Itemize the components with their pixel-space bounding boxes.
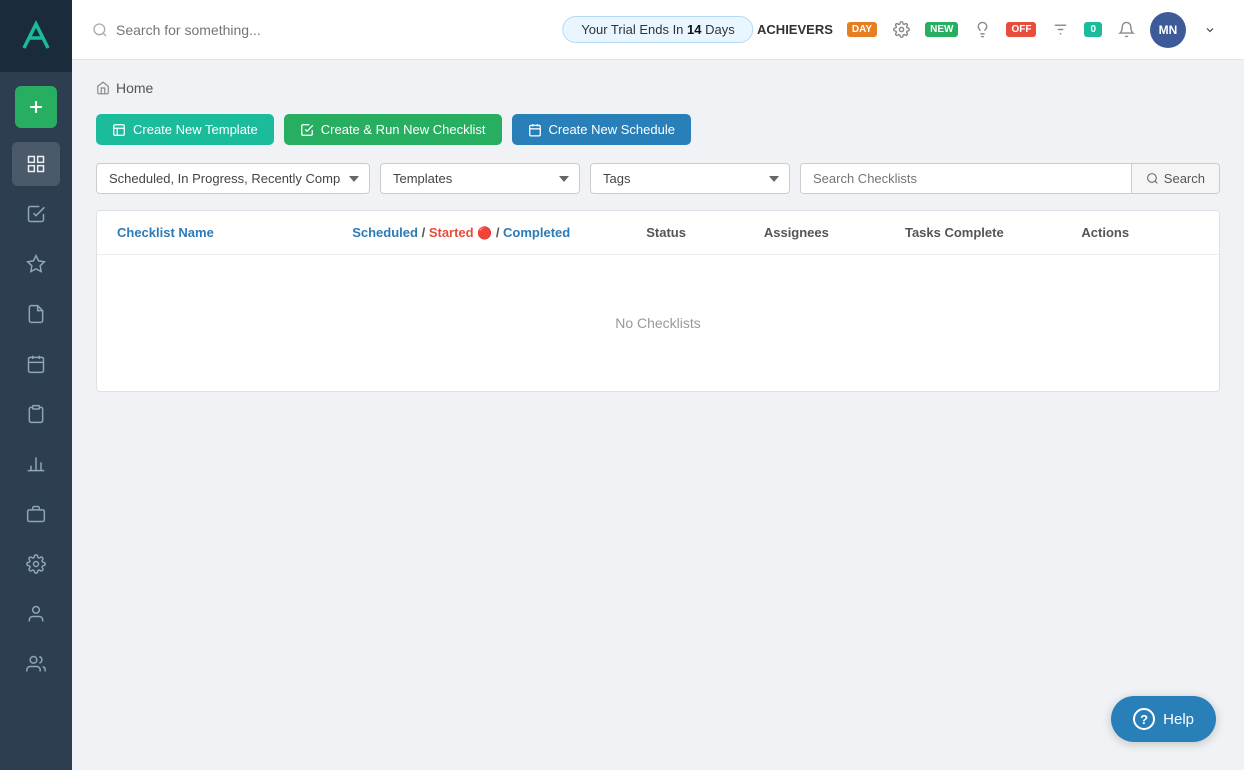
- org-name: ACHIEVERS: [757, 22, 833, 37]
- sidebar-nav: [0, 142, 72, 686]
- create-schedule-button[interactable]: Create New Schedule: [512, 114, 691, 145]
- sidebar-item-settings[interactable]: [12, 542, 60, 586]
- page-content: Home Create New Template Create & Run Ne…: [72, 60, 1244, 770]
- topbar-right: ACHIEVERS DAY NEW OFF 0: [757, 12, 1224, 48]
- search-icon: [1146, 172, 1159, 185]
- slash2: /: [496, 225, 503, 240]
- main-content: Your Trial Ends In 14 Days ACHIEVERS DAY…: [72, 0, 1244, 770]
- breadcrumb: Home: [96, 80, 1220, 96]
- sidebar-item-user[interactable]: [12, 592, 60, 636]
- topbar: Your Trial Ends In 14 Days ACHIEVERS DAY…: [72, 0, 1244, 60]
- sidebar-item-file[interactable]: [12, 292, 60, 336]
- empty-state: No Checklists: [97, 255, 1219, 391]
- col-assignees: Assignees: [764, 225, 905, 240]
- sidebar: [0, 0, 72, 770]
- search-checklists-input[interactable]: [801, 164, 1131, 193]
- avatar-chevron-icon[interactable]: [1196, 16, 1224, 44]
- help-button[interactable]: ? Help: [1111, 696, 1216, 742]
- sidebar-item-dashboard[interactable]: [12, 142, 60, 186]
- avatar[interactable]: MN: [1150, 12, 1186, 48]
- tags-filter[interactable]: Tags: [590, 163, 790, 194]
- status-filter[interactable]: Scheduled, In Progress, Recently Comp: [96, 163, 370, 194]
- logo[interactable]: [0, 0, 72, 72]
- help-circle-icon: ?: [1133, 708, 1155, 730]
- action-buttons: Create New Template Create & Run New Che…: [96, 114, 1220, 145]
- badge-off: OFF: [1006, 22, 1036, 37]
- templates-filter[interactable]: Templates: [380, 163, 580, 194]
- search-checklists-button[interactable]: Search: [1131, 164, 1219, 193]
- col-completed: Completed: [503, 225, 570, 240]
- badge-day: DAY: [847, 22, 877, 37]
- filter-icon[interactable]: [1046, 16, 1074, 44]
- trial-days: 14: [687, 22, 701, 37]
- add-button[interactable]: [15, 86, 57, 128]
- create-template-button[interactable]: Create New Template: [96, 114, 274, 145]
- sidebar-item-clipboard[interactable]: [12, 392, 60, 436]
- table-header: Checklist Name Scheduled / Started 🔴 / C…: [97, 211, 1219, 255]
- filters-row: Scheduled, In Progress, Recently Comp Te…: [96, 163, 1220, 194]
- checklists-table: Checklist Name Scheduled / Started 🔴 / C…: [96, 210, 1220, 392]
- col-actions: Actions: [1081, 225, 1199, 240]
- sidebar-item-briefcase[interactable]: [12, 492, 60, 536]
- template-icon: [112, 123, 126, 137]
- col-started: Started: [429, 225, 474, 240]
- col-scheduled: Scheduled: [352, 225, 418, 240]
- badge-new: NEW: [925, 22, 958, 37]
- badge-notif: 0: [1084, 22, 1102, 37]
- bell-icon[interactable]: [1112, 16, 1140, 44]
- breadcrumb-home[interactable]: Home: [116, 80, 153, 96]
- checklist-run-icon: [300, 123, 314, 137]
- trial-banner: Your Trial Ends In 14 Days: [562, 16, 753, 43]
- sidebar-item-team[interactable]: [12, 642, 60, 686]
- slash1: /: [422, 225, 429, 240]
- sidebar-item-chart[interactable]: [12, 442, 60, 486]
- col-status: Status: [646, 225, 764, 240]
- lightbulb-icon[interactable]: [968, 16, 996, 44]
- sidebar-item-calendar[interactable]: [12, 342, 60, 386]
- home-icon: [96, 81, 110, 95]
- sidebar-item-checklist[interactable]: [12, 192, 60, 236]
- search-checklists-container: Search: [800, 163, 1220, 194]
- gear-icon[interactable]: [887, 16, 915, 44]
- create-run-checklist-button[interactable]: Create & Run New Checklist: [284, 114, 502, 145]
- sidebar-item-starred[interactable]: [12, 242, 60, 286]
- col-checklist-name: Checklist Name: [117, 225, 352, 240]
- col-scheduled-started-completed: Scheduled / Started 🔴 / Completed: [352, 225, 646, 240]
- schedule-icon: [528, 123, 542, 137]
- fire-indicator: 🔴: [477, 226, 492, 240]
- col-tasks-complete: Tasks Complete: [905, 225, 1081, 240]
